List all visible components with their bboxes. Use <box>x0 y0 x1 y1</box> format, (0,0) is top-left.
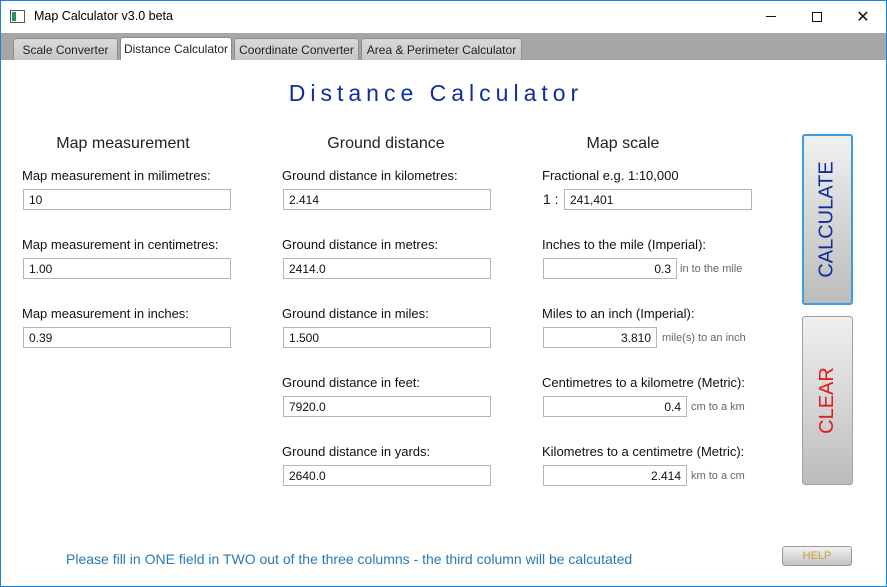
minimize-icon <box>766 16 776 17</box>
minimize-button[interactable] <box>748 1 794 32</box>
window-title: Map Calculator v3.0 beta <box>34 9 173 23</box>
km-cm-label: Kilometres to a centimetre (Metric): <box>542 444 745 459</box>
app-icon <box>10 10 25 23</box>
km-cm-field[interactable] <box>543 465 687 486</box>
map-scale-heading: Map scale <box>586 135 660 152</box>
map-cm-field[interactable] <box>23 258 231 279</box>
help-button[interactable]: HELP <box>782 546 852 566</box>
km-cm-unit: km to a cm <box>691 470 745 482</box>
ground-yd-label: Ground distance in yards: <box>282 444 431 459</box>
map-in-field[interactable] <box>23 327 231 348</box>
distance-calculator-panel: Distance Calculator Map measurement Map … <box>1 60 886 586</box>
fractional-prefix: 1 : <box>543 191 559 207</box>
ground-ft-field[interactable] <box>283 396 491 417</box>
cm-km-unit: cm to a km <box>691 401 745 413</box>
ground-m-field[interactable] <box>283 258 491 279</box>
maximize-icon <box>812 11 822 22</box>
inches-mile-field[interactable] <box>543 258 677 279</box>
map-cm-label: Map measurement in centimetres: <box>22 237 219 252</box>
close-button[interactable]: ✕ <box>840 1 886 32</box>
map-mm-label: Map measurement in milimetres: <box>22 168 211 183</box>
map-in-label: Map measurement in inches: <box>22 306 189 321</box>
ground-ft-label: Ground distance in feet: <box>282 375 421 390</box>
miles-inch-unit: mile(s) to an inch <box>662 332 746 344</box>
ground-mi-label: Ground distance in miles: <box>282 306 429 321</box>
tab-scale-converter[interactable]: Scale Converter <box>13 38 118 60</box>
title-bar[interactable]: Map Calculator v3.0 beta ✕ <box>1 1 886 33</box>
miles-inch-label: Miles to an inch (Imperial): <box>542 306 695 321</box>
app-window: Map Calculator v3.0 beta ✕ Scale Convert… <box>0 0 887 587</box>
map-mm-field[interactable] <box>23 189 231 210</box>
ground-km-field[interactable] <box>283 189 491 210</box>
inches-mile-unit: in to the mile <box>680 263 743 275</box>
close-icon: ✕ <box>856 8 870 26</box>
ground-km-label: Ground distance in kilometres: <box>282 168 458 183</box>
ground-distance-heading: Ground distance <box>327 135 445 152</box>
tab-bar: Scale Converter Distance Calculator Coor… <box>1 33 886 60</box>
cm-km-field[interactable] <box>543 396 687 417</box>
miles-inch-field[interactable] <box>543 327 657 348</box>
page-title: Distance Calculator <box>288 80 584 106</box>
ground-mi-field[interactable] <box>283 327 491 348</box>
clear-button[interactable]: CLEAR <box>802 316 853 485</box>
inches-mile-label: Inches to the mile (Imperial): <box>542 237 707 252</box>
ground-m-label: Ground distance in metres: <box>282 237 439 252</box>
map-measurement-heading: Map measurement <box>56 135 190 152</box>
calculate-label: CALCULATE <box>816 161 839 278</box>
fractional-scale-field[interactable] <box>564 189 752 210</box>
maximize-button[interactable] <box>794 1 840 32</box>
fractional-scale-label: Fractional e.g. 1:10,000 <box>542 168 679 183</box>
tab-distance-calculator[interactable]: Distance Calculator <box>120 37 232 60</box>
tab-coordinate-converter[interactable]: Coordinate Converter <box>234 38 359 60</box>
calculate-button[interactable]: CALCULATE <box>802 134 853 305</box>
ground-yd-field[interactable] <box>283 465 491 486</box>
clear-label: CLEAR <box>816 367 839 434</box>
tab-area-perimeter-calculator[interactable]: Area & Perimeter Calculator <box>361 38 522 60</box>
cm-km-label: Centimetres to a kilometre (Metric): <box>542 375 745 390</box>
instructions-note: Please fill in ONE field in TWO out of t… <box>66 551 633 567</box>
